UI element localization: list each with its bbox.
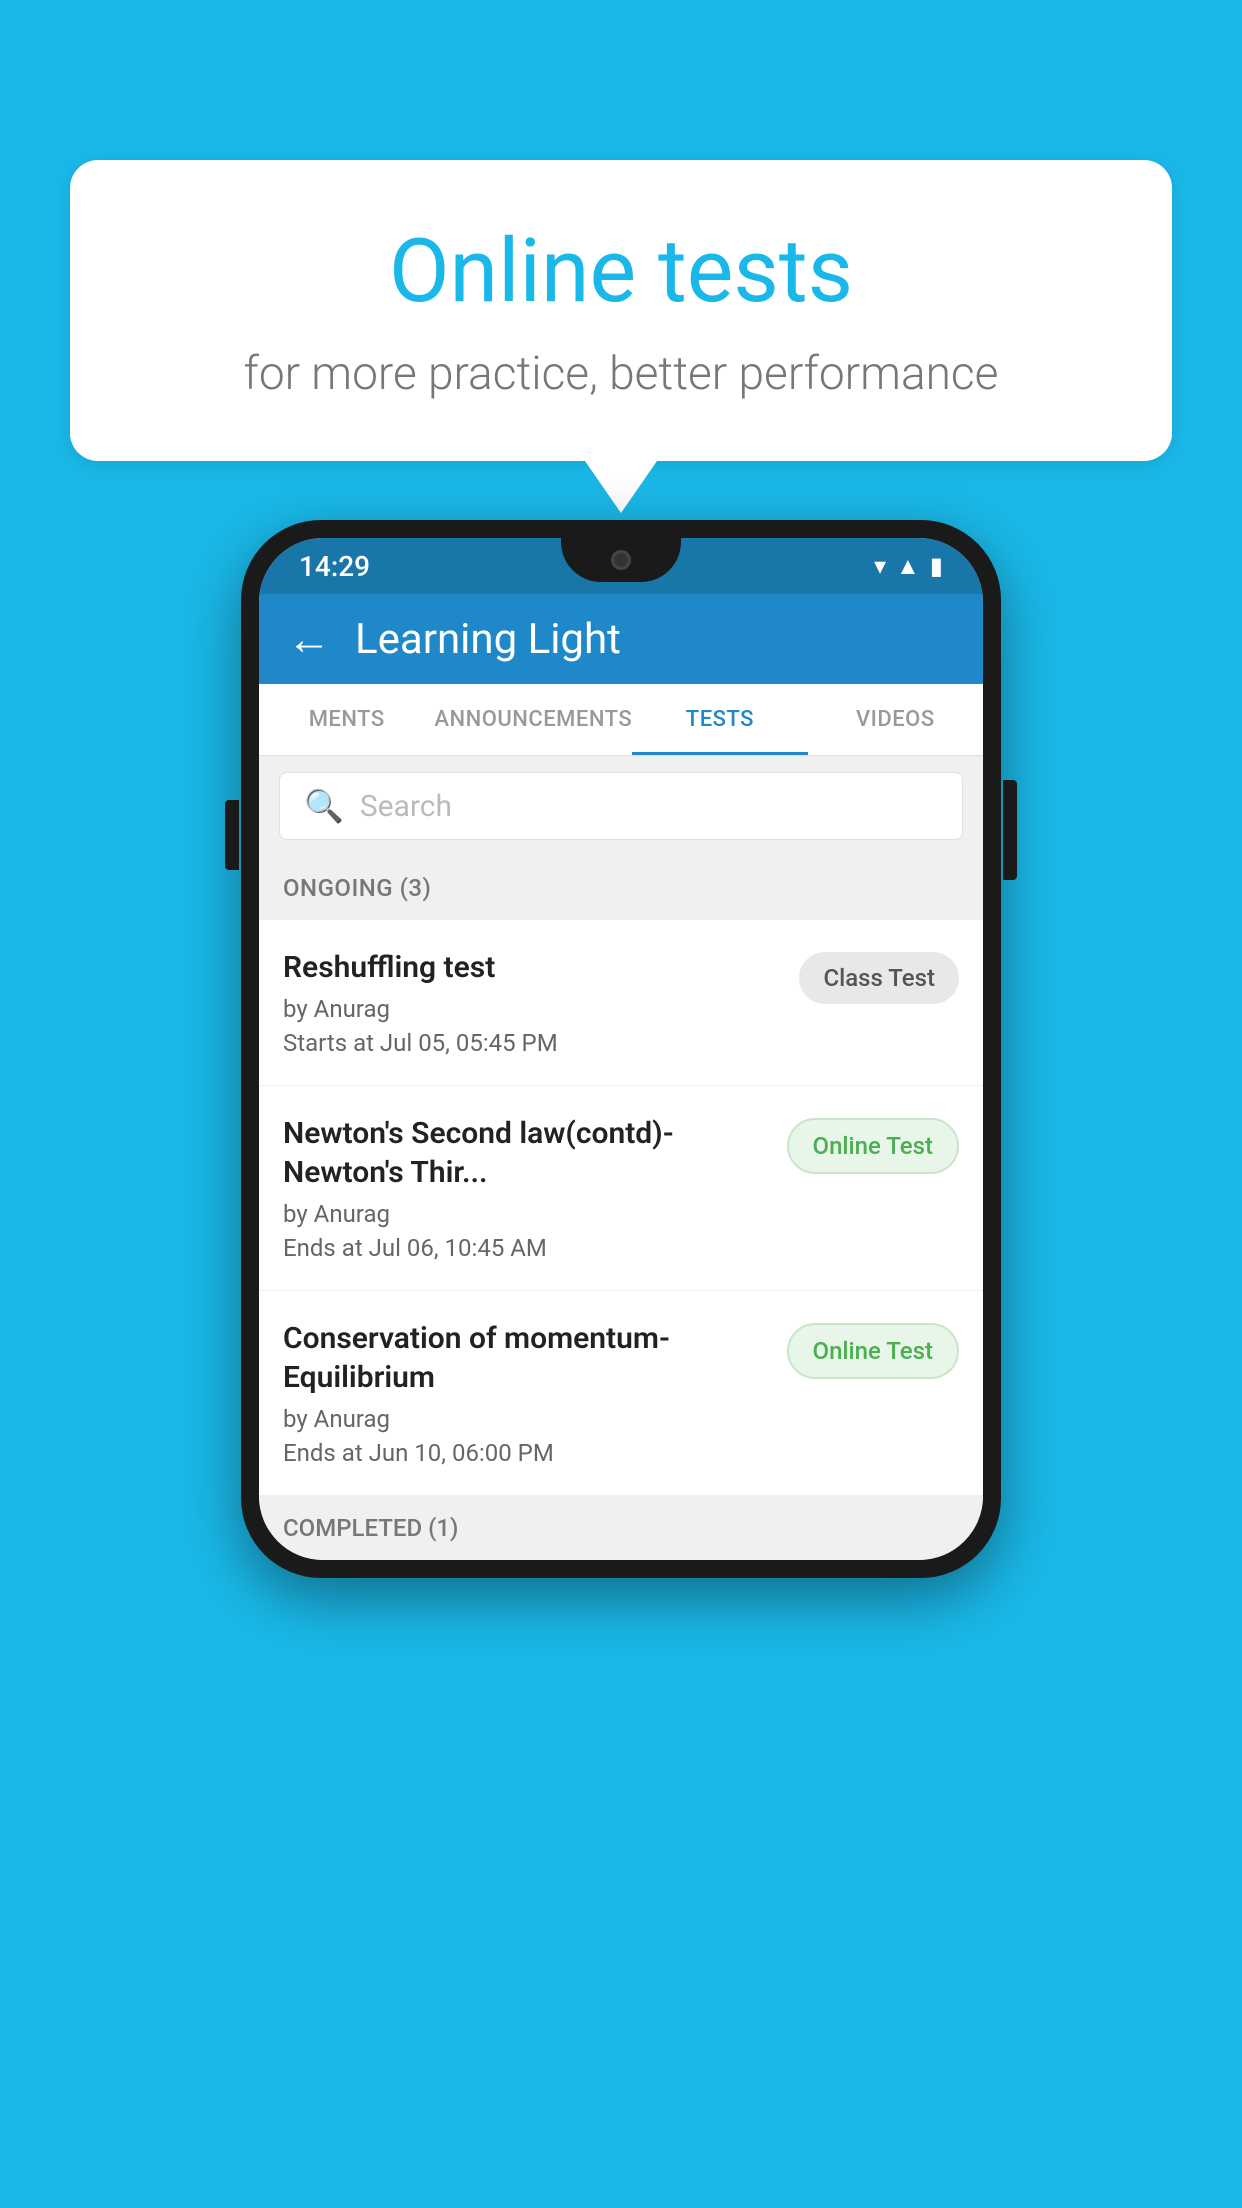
test-badge-3: Online Test [787, 1323, 959, 1379]
test-item-1[interactable]: Reshuffling test by Anurag Starts at Jul… [259, 920, 983, 1086]
phone-mockup: 14:29 ▾ ▲ ▮ ← Learning Light MENTS [241, 520, 1001, 1578]
test-time-3: Ends at Jun 10, 06:00 PM [283, 1439, 771, 1467]
bubble-tail [585, 461, 657, 513]
test-title-3: Conservation of momentum-Equilibrium [283, 1319, 771, 1397]
test-item-3[interactable]: Conservation of momentum-Equilibrium by … [259, 1291, 983, 1496]
phone-outer: 14:29 ▾ ▲ ▮ ← Learning Light MENTS [241, 520, 1001, 1578]
tab-bar: MENTS ANNOUNCEMENTS TESTS VIDEOS [259, 684, 983, 756]
test-author-1: by Anurag [283, 995, 783, 1023]
test-author-2: by Anurag [283, 1200, 771, 1228]
test-info-1: Reshuffling test by Anurag Starts at Jul… [283, 948, 783, 1057]
bubble-title: Online tests [150, 220, 1092, 323]
test-info-2: Newton's Second law(contd)-Newton's Thir… [283, 1114, 771, 1262]
test-list: Reshuffling test by Anurag Starts at Jul… [259, 920, 983, 1496]
app-title: Learning Light [355, 615, 621, 664]
status-time: 14:29 [299, 550, 370, 583]
section-ongoing: ONGOING (3) [259, 856, 983, 920]
tab-videos[interactable]: VIDEOS [808, 684, 983, 755]
test-title-2: Newton's Second law(contd)-Newton's Thir… [283, 1114, 771, 1192]
test-badge-1: Class Test [799, 952, 959, 1004]
test-info-3: Conservation of momentum-Equilibrium by … [283, 1319, 771, 1467]
status-icons: ▾ ▲ ▮ [874, 552, 943, 581]
test-badge-2: Online Test [787, 1118, 959, 1174]
status-bar: 14:29 ▾ ▲ ▮ [259, 538, 983, 594]
notch [561, 538, 681, 582]
tab-ments[interactable]: MENTS [259, 684, 434, 755]
tab-tests[interactable]: TESTS [632, 684, 807, 755]
battery-icon: ▮ [930, 552, 943, 580]
search-bar[interactable]: 🔍 Search [279, 772, 963, 840]
app-bar: ← Learning Light [259, 594, 983, 684]
test-time-1: Starts at Jul 05, 05:45 PM [283, 1029, 783, 1057]
search-icon: 🔍 [304, 787, 344, 825]
section-completed: COMPLETED (1) [259, 1496, 983, 1560]
search-input[interactable]: Search [360, 789, 452, 824]
test-author-3: by Anurag [283, 1405, 771, 1433]
camera-dot [611, 550, 631, 570]
test-title-1: Reshuffling test [283, 948, 783, 987]
phone-screen: 14:29 ▾ ▲ ▮ ← Learning Light MENTS [259, 538, 983, 1560]
bubble-subtitle: for more practice, better performance [150, 347, 1092, 401]
tab-announcements[interactable]: ANNOUNCEMENTS [434, 684, 632, 755]
search-container: 🔍 Search [259, 756, 983, 856]
test-item-2[interactable]: Newton's Second law(contd)-Newton's Thir… [259, 1086, 983, 1291]
wifi-icon: ▾ [874, 552, 886, 580]
back-button[interactable]: ← [287, 617, 331, 661]
speech-bubble: Online tests for more practice, better p… [70, 160, 1172, 461]
test-time-2: Ends at Jul 06, 10:45 AM [283, 1234, 771, 1262]
promo-section: Online tests for more practice, better p… [70, 160, 1172, 513]
signal-icon: ▲ [896, 552, 920, 581]
